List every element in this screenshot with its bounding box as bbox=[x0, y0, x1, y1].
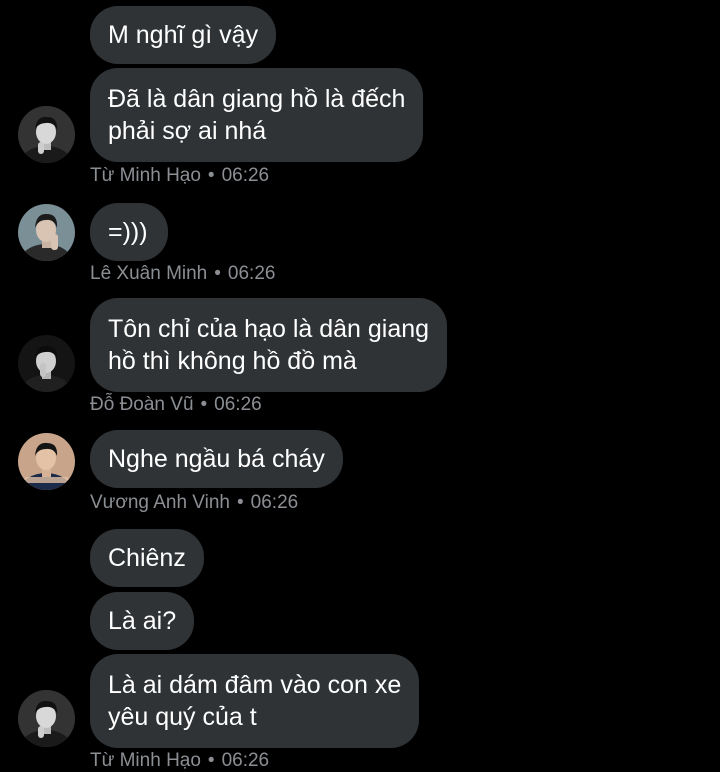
user-avatar-icon bbox=[18, 106, 75, 163]
message-text: M nghĩ gì vậy bbox=[108, 21, 259, 49]
timestamp: 06:26 bbox=[250, 492, 299, 513]
message-bubble[interactable]: Tôn chỉ của hạo là dân giang hồ thì khôn… bbox=[90, 298, 448, 392]
message-bubble[interactable]: Là ai dám đâm vào con xe yêu quý của t bbox=[90, 654, 420, 748]
message-bubble[interactable]: Đã là dân giang hồ là đếch phải sợ ai nh… bbox=[90, 68, 424, 162]
sender-name[interactable]: Từ Minh Hạo bbox=[90, 165, 201, 186]
message-bubble[interactable]: Nghe ngầu bá cháy bbox=[90, 430, 343, 488]
avatar[interactable] bbox=[18, 204, 75, 261]
message-bubble[interactable]: M nghĩ gì vậy bbox=[90, 6, 277, 64]
avatar[interactable] bbox=[18, 690, 75, 747]
user-avatar-icon bbox=[18, 433, 75, 490]
message-bubble[interactable]: Là ai? bbox=[90, 592, 195, 650]
message-meta: Từ Minh Hạo • 06:26 bbox=[90, 165, 269, 187]
avatar[interactable] bbox=[18, 335, 75, 392]
separator-dot: • bbox=[214, 263, 221, 284]
sender-name[interactable]: Vương Anh Vinh bbox=[90, 492, 230, 513]
timestamp: 06:26 bbox=[221, 165, 270, 186]
separator-dot: • bbox=[237, 492, 244, 513]
sender-name[interactable]: Từ Minh Hạo bbox=[90, 750, 201, 771]
message-bubble[interactable]: =))) bbox=[90, 203, 168, 261]
sender-name[interactable]: Đỗ Đoàn Vũ bbox=[90, 394, 194, 415]
timestamp: 06:26 bbox=[221, 750, 270, 771]
message-text: Là ai? bbox=[108, 607, 177, 635]
message-text: Tôn chỉ của hạo là dân giang bbox=[108, 315, 430, 343]
message-text: yêu quý của t bbox=[108, 703, 257, 731]
message-meta: Đỗ Đoàn Vũ • 06:26 bbox=[90, 394, 262, 416]
message-text: hồ thì không hồ đồ mà bbox=[108, 347, 357, 375]
sender-name[interactable]: Lê Xuân Minh bbox=[90, 263, 207, 284]
timestamp: 06:26 bbox=[214, 394, 262, 415]
message-meta: Lê Xuân Minh • 06:26 bbox=[90, 263, 275, 285]
separator-dot: • bbox=[207, 165, 215, 186]
separator-dot: • bbox=[207, 750, 215, 771]
message-text: Đã là dân giang hồ là đếch bbox=[108, 85, 406, 113]
message-meta: Vương Anh Vinh • 06:26 bbox=[90, 492, 298, 514]
message-text: Chiênz bbox=[108, 544, 186, 572]
avatar[interactable] bbox=[18, 433, 75, 490]
message-text: =))) bbox=[108, 218, 148, 246]
message-meta: Từ Minh Hạo • 06:26 bbox=[90, 750, 269, 772]
timestamp: 06:26 bbox=[227, 263, 276, 284]
user-avatar-icon bbox=[18, 335, 75, 392]
user-avatar-icon bbox=[18, 690, 75, 747]
separator-dot: • bbox=[200, 394, 208, 415]
user-avatar-icon bbox=[18, 204, 75, 261]
message-text: Là ai dám đâm vào con xe bbox=[108, 671, 402, 699]
chat-thread: M nghĩ gì vậy Đã là dân giang hồ là đếch… bbox=[0, 0, 720, 772]
message-text: phải sợ ai nhá bbox=[108, 117, 267, 145]
message-text: Nghe ngầu bá cháy bbox=[108, 445, 325, 473]
message-bubble[interactable]: Chiênz bbox=[90, 529, 204, 587]
avatar[interactable] bbox=[18, 106, 75, 163]
